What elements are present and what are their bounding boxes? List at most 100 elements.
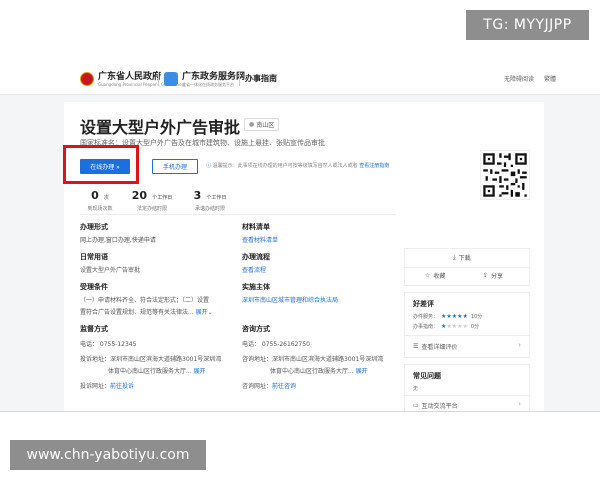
actions-box: ⤓ 下载 ☆ 收藏 ⇪ 分享 [404,248,530,286]
divider [0,411,600,412]
stat-unit: 次 [103,195,109,201]
subject-section: 实施主体 深圳市南山区城市管理和综合执法局 [242,282,338,304]
stat-label: 承诺办结时限 [194,206,225,212]
section-value: （一）申请材料齐全、符合法定形式；（二）设置 [80,297,210,304]
stat-visits: 0 次 到现场次数 [80,184,120,212]
stat-value: 20 [131,189,148,202]
flow-link[interactable]: 查看流程 [242,265,270,274]
conditions-section: 受理条件 （一）申请材料齐全、符合法定形式；（二）设置 置符合广告设置规划、规范… [80,282,213,316]
section-heading: 受理条件 [80,283,108,291]
faq-empty: 无 [413,386,419,392]
stat-promised-limit: 3 个工作日 承诺办结时限 [182,184,238,212]
accessibility-link[interactable]: 无障碍阅读 [504,74,534,83]
section-heading: 办理形式 [80,223,108,231]
consult-phone: 电话： 0755-26162750 [242,341,310,348]
favorite-label: 收藏 [433,273,446,280]
section-heading: 材料清单 [242,223,270,231]
chat-icon: ▭ [413,402,419,409]
mode-section: 办理形式 网上办理,窗口办理,快递申请 [80,222,156,244]
download-icon: ⤓ [453,253,456,261]
guangdong-service-icon [164,72,178,86]
browser-screenshot: 广东省人民政府 Guangdong Provincial People's Go… [0,64,600,411]
download-button[interactable]: ⤓ 下载 [453,253,471,263]
divider [80,214,396,215]
section-heading: 办理流程 [242,253,270,261]
rating-label: 办件服务： [413,314,439,320]
register-guide-link[interactable]: 查看注册指南 [359,163,389,169]
location-badge[interactable]: ● 南山区 [244,118,280,131]
section-value-text: 置符合广告设置规划、规范等有关法律法... [80,309,194,316]
subject-link[interactable]: 深圳市南山区城市管理和综合执法局 [242,295,338,304]
chevron-right-icon: › [518,341,521,349]
supervision-address-2: 体育中心南山区行政服务大厅... 展开 [80,366,221,375]
section-heading: 咨询方式 [242,325,270,333]
section-heading: 实施主体 [242,283,270,291]
divider [239,72,240,86]
location-pin-icon: ● [249,121,255,128]
rating-box: 好差评 办件服务： ★★★★★ 10分 办事指南： ★★★★★ 0分 ☰ 查看详… [404,292,530,358]
materials-link[interactable]: 查看材料清单 [242,235,278,244]
address-text: 体育中心南山区行政服务大厅... [108,368,192,375]
rating-stars-icon: ★★★★★ [441,313,468,320]
service-sub: 全省一体化在线政务服务平台 [182,81,234,87]
url-label: 投诉网址： [80,383,111,390]
section-heading: 监督方式 [80,325,108,333]
highlight-box [63,145,139,184]
divider [405,267,529,268]
expand-link[interactable]: 展开 [356,368,368,375]
forum-label: 互动交流平台 [421,403,458,410]
consult-link[interactable]: 前往咨询 [272,383,296,390]
expand-link[interactable]: 展开 [194,368,206,375]
info-icon: ⓘ [206,163,212,169]
download-label: 下载 [458,255,471,262]
materials-section: 材料清单 查看材料清单 [242,222,278,244]
tip-message: 温馨提示：此事项在线办理的用户可按等级填写自然人或法人或者 [212,163,358,169]
tip-text: ⓘ 温馨提示：此事项在线办理的用户可按等级填写自然人或法人或者 查看注册指南 [206,162,389,169]
share-label: 分享 [491,273,504,280]
traditional-chinese-link[interactable]: 繁體 [544,74,556,83]
list-icon: ☰ [413,343,419,350]
stat-label: 法定办结时限 [136,206,167,212]
url-label: 咨询网址： [242,383,273,390]
forum-link[interactable]: ▭ 互动交流平台 [413,401,458,410]
rating-detail-link[interactable]: ☰ 查看详细评价 [413,342,457,351]
top-bar: 广东省人民政府 Guangdong Provincial People's Go… [0,64,600,95]
rating-stars-icon: ★★★★★ [441,323,468,330]
share-button[interactable]: ⇪ 分享 [483,271,503,280]
stat-value: 0 [91,189,99,202]
flow-section: 办理流程 查看流程 [242,252,270,274]
consult-address: 咨询地址：深圳市南山区滨海大道辅路3001号深圳湾 [242,356,384,363]
address-text: 体育中心南山区行政服务大厅... [270,368,354,375]
watermark-top: TG: MYYJJPP [466,10,589,40]
service-logo[interactable]: 广东政务服务网 全省一体化在线政务服务平台 [164,71,245,87]
qr-code [480,150,530,200]
divider [158,72,159,86]
chevron-right-icon: › [518,400,521,408]
nav-guide[interactable]: 办事指南 [245,73,277,84]
favorite-button[interactable]: ☆ 收藏 [425,271,445,280]
service-name: 广东政务服务网 [182,71,246,82]
supervision-url-row: 投诉网址：前往投诉 [80,381,221,390]
location-label: 南山区 [256,122,275,129]
complaint-link[interactable]: 前往投诉 [110,383,134,390]
consult-url-row: 咨询网址：前往咨询 [242,381,383,390]
top-links: 无障碍阅读 繁體 [504,74,556,83]
consult-section: 咨询方式 电话： 0755-26162750 咨询地址：深圳市南山区滨海大道辅路… [242,324,383,390]
watermark-bottom: www.chn-yabotiyu.com [10,440,206,470]
section-value-2: 置符合广告设置规划、规范等有关法律法... 展开⌄ [80,307,213,316]
section-value: 设置大型户外广告审批 [80,267,141,274]
common-terms-section: 日常用语 设置大型户外广告审批 [80,252,140,274]
stat-value: 3 [193,189,202,202]
rating-title: 好差评 [413,300,434,308]
national-emblem-icon [80,72,94,86]
supervision-section: 监督方式 电话： 0755-12345 投诉地址：深圳市南山区滨海大道辅路300… [80,324,221,390]
rating-score: 0分 [470,324,480,330]
faq-title: 常见问题 [413,372,441,380]
rating-detail-label: 查看详细评价 [421,344,458,351]
faq-box: 常见问题 无 ▭ 互动交流平台 › [404,364,530,411]
page-title: 设置大型户外广告审批 [80,118,241,137]
expand-link[interactable]: 展开 [196,309,208,316]
stat-legal-limit: 20 个工作日 法定办结时限 [124,184,180,212]
star-icon: ☆ [425,272,431,279]
mobile-apply-button[interactable]: 手机办理 [152,159,198,174]
